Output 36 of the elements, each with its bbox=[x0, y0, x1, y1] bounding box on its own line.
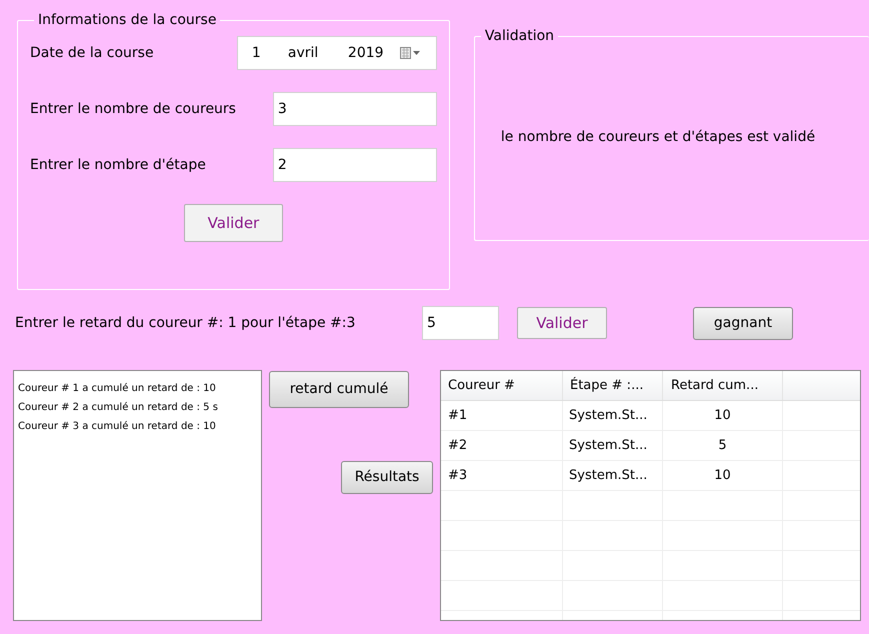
input-field[interactable]: 2 bbox=[272, 148, 437, 182]
field-label: Entrer le nombre de coureurs bbox=[30, 100, 236, 118]
table-cell-text: #3 bbox=[448, 466, 468, 485]
field-label: Entrer le nombre d'étape bbox=[30, 156, 206, 174]
table-cell-text: System.St... bbox=[569, 406, 648, 425]
date-picker[interactable]: 1 avril 2019 bbox=[236, 36, 437, 70]
validation-message: le nombre de coureurs et d'étapes est validé bbox=[500, 128, 816, 146]
cumulative-list[interactable]: Coureur # 1 a cumulé un retard de : 10 Coureur # 2 a cumulé un retard de : 5 s Coureur # 3 a cumulé un retard de : 10 bbox=[13, 370, 262, 621]
column-header[interactable]: Étape # :... bbox=[563, 371, 663, 400]
list-item[interactable]: Coureur # 3 a cumulé un retard de : 10 bbox=[18, 417, 216, 436]
date-year: 2019 bbox=[348, 44, 385, 62]
list-item[interactable]: Coureur # 1 a cumulé un retard de : 10 bbox=[18, 379, 216, 398]
date-month: avril bbox=[288, 44, 320, 62]
winner-button[interactable]: gagnant bbox=[693, 306, 793, 340]
table-cell-text: System.St... bbox=[569, 466, 648, 485]
cumulative-delay-button[interactable]: retard cumulé bbox=[269, 371, 409, 408]
table-cell-text: #1 bbox=[448, 406, 468, 425]
date-day: 1 bbox=[252, 42, 288, 64]
validate-button[interactable]: Valider bbox=[517, 307, 607, 339]
table-cell-text: 10 bbox=[714, 466, 731, 485]
field-label: Date de la course bbox=[30, 44, 154, 62]
input-field[interactable]: 3 bbox=[272, 92, 437, 126]
delay-label: Entrer le retard du coureur #: 1 pour l'étape #:3 bbox=[15, 314, 356, 332]
column-header[interactable]: Retard cum... bbox=[663, 371, 783, 400]
table-cell-text: 10 bbox=[714, 406, 731, 425]
column-header[interactable]: Coureur # bbox=[441, 371, 563, 400]
group-title: Validation bbox=[484, 27, 556, 46]
results-button[interactable]: Résultats bbox=[341, 461, 433, 494]
list-item[interactable]: Coureur # 2 a cumulé un retard de : 5 s bbox=[18, 398, 218, 417]
calendar-dropdown-icon[interactable] bbox=[400, 47, 422, 59]
table-cell-text: #2 bbox=[448, 436, 468, 455]
validate-button[interactable]: Valider bbox=[184, 204, 283, 242]
table-cell-text: 5 bbox=[718, 436, 727, 455]
table-cell-text: System.St... bbox=[569, 436, 648, 455]
delay-input-field[interactable]: 5 bbox=[422, 306, 499, 340]
group-title: Informations de la course bbox=[37, 11, 218, 30]
